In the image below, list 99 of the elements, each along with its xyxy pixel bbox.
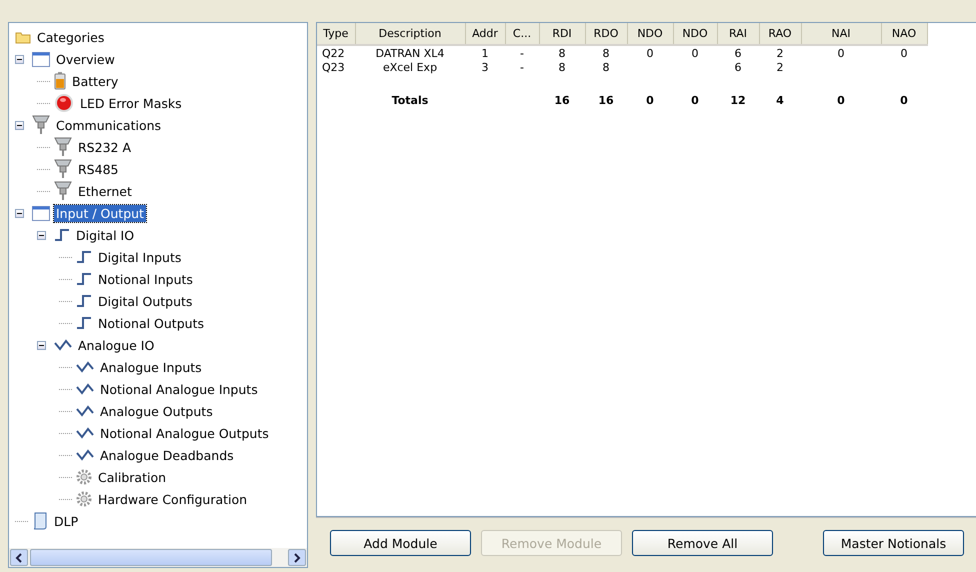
table-cell-text: 8 — [558, 60, 566, 74]
total-cell-text: 0 — [899, 92, 909, 108]
collapse-icon[interactable] — [15, 120, 24, 130]
gear-icon — [76, 491, 92, 507]
tree-item[interactable]: Analogue Outputs — [98, 402, 215, 420]
table-cell: DATRAN XL4 — [355, 45, 465, 60]
tree-item[interactable]: Digital IO — [74, 226, 136, 244]
wave-signal-icon — [76, 449, 94, 461]
step-signal-icon — [76, 294, 92, 308]
scroll-left-icon[interactable] — [10, 549, 28, 566]
total-cell-text: 0 — [836, 92, 846, 108]
table-cell-text: 8 — [602, 60, 610, 74]
collapse-icon[interactable] — [15, 208, 24, 218]
tree-item[interactable]: Hardware Configuration — [96, 490, 250, 508]
tree-item[interactable]: Digital Outputs — [96, 292, 194, 310]
tree-item[interactable]: Analogue Inputs — [98, 358, 204, 376]
tree-item[interactable]: DLP — [52, 512, 80, 530]
table-cell: 0 — [881, 45, 927, 60]
column-header[interactable]: NDO — [627, 23, 673, 45]
battery-icon — [54, 72, 66, 90]
tree-item[interactable]: Digital Inputs — [96, 248, 184, 266]
tree-item[interactable]: Input / Output — [54, 204, 146, 222]
total-cell-text: 16 — [597, 92, 615, 108]
wave-signal-icon — [76, 383, 94, 395]
column-header[interactable]: NAO — [881, 23, 927, 45]
horizontal-scrollbar[interactable] — [9, 548, 307, 567]
table-cell-text: 3 — [480, 60, 490, 74]
tree-item[interactable]: Notional Inputs — [96, 270, 195, 288]
connector-icon — [32, 115, 50, 135]
step-signal-icon — [54, 228, 70, 242]
table-cell: 2 — [759, 45, 801, 60]
table-cell-text: - — [519, 60, 525, 74]
connector-icon — [54, 159, 72, 179]
collapse-icon[interactable] — [15, 54, 24, 64]
window-icon — [32, 52, 50, 66]
wave-signal-icon — [76, 427, 94, 439]
tree-item[interactable]: Battery — [70, 72, 120, 90]
column-header[interactable]: RDI — [539, 23, 585, 45]
action-button[interactable]: Remove All — [632, 530, 773, 556]
column-header[interactable]: NAI — [801, 23, 881, 45]
table-cell-text: 6 — [734, 60, 742, 74]
scrollbar-thumb[interactable] — [30, 549, 272, 566]
tree-item[interactable]: Calibration — [96, 468, 168, 486]
table-cell: 0 — [673, 45, 717, 60]
total-cell-text: Totals — [390, 92, 430, 108]
tree-root[interactable]: Categories — [35, 28, 106, 46]
tree-item[interactable]: Notional Outputs — [96, 314, 206, 332]
table-cell: - — [505, 45, 539, 60]
column-header[interactable]: NDO — [673, 23, 717, 45]
folder-icon — [15, 30, 31, 44]
table-cell: Q22 — [317, 45, 355, 60]
tree-item[interactable]: Notional Analogue Inputs — [98, 380, 260, 398]
column-header[interactable]: C... — [505, 23, 539, 45]
wave-signal-icon — [76, 405, 94, 417]
tree-item[interactable]: RS485 — [76, 160, 120, 178]
table-cell: 8 — [585, 45, 627, 60]
table-cell: 8 — [539, 45, 585, 60]
tree-item[interactable]: Overview — [54, 50, 117, 68]
total-cell-text: 0 — [690, 92, 700, 108]
action-button[interactable]: Add Module — [330, 530, 471, 556]
step-signal-icon — [76, 250, 92, 264]
column-header[interactable]: RAO — [759, 23, 801, 45]
tree-item[interactable]: Analogue Deadbands — [98, 446, 236, 464]
total-cell-text: 16 — [553, 92, 571, 108]
total-cell-text: 12 — [729, 92, 747, 108]
action-button[interactable]: Master Notionals — [823, 530, 964, 556]
window-icon — [32, 206, 50, 220]
wave-signal-icon — [76, 361, 94, 373]
column-header[interactable]: Type — [317, 23, 355, 45]
total-cell-text: 0 — [645, 92, 655, 108]
column-header[interactable]: RDO — [585, 23, 627, 45]
collapse-icon[interactable] — [37, 230, 46, 240]
tree-item[interactable]: RS232 A — [76, 138, 134, 156]
tree-item[interactable]: LED Error Masks — [78, 94, 184, 112]
column-header[interactable]: Description — [355, 23, 465, 45]
column-header[interactable]: Addr — [465, 23, 505, 45]
table-cell: 6 — [717, 45, 759, 60]
connector-icon — [54, 137, 72, 157]
column-header[interactable]: RAI — [717, 23, 759, 45]
document-icon — [32, 512, 48, 530]
scroll-right-icon[interactable] — [288, 549, 306, 566]
table-cell-text: Q23 — [321, 60, 346, 74]
table-cell: 0 — [627, 45, 673, 60]
table-cell-text: 2 — [776, 60, 784, 74]
gear-icon — [76, 469, 92, 485]
table-cell-text: eXcel Exp — [382, 60, 438, 74]
table-cell: 0 — [801, 45, 881, 60]
tree-item[interactable]: Communications — [54, 116, 164, 134]
wave-signal-icon — [54, 339, 72, 351]
led-icon — [54, 93, 74, 113]
tree-item[interactable]: Analogue IO — [76, 336, 156, 354]
collapse-icon[interactable] — [37, 340, 46, 350]
table-cell: 1 — [465, 45, 505, 60]
tree-item[interactable]: Notional Analogue Outputs — [98, 424, 271, 442]
connector-icon — [54, 181, 72, 201]
step-signal-icon — [76, 272, 92, 286]
tree-item[interactable]: Ethernet — [76, 182, 134, 200]
step-signal-icon — [76, 316, 92, 330]
total-cell-text: 4 — [775, 92, 785, 108]
